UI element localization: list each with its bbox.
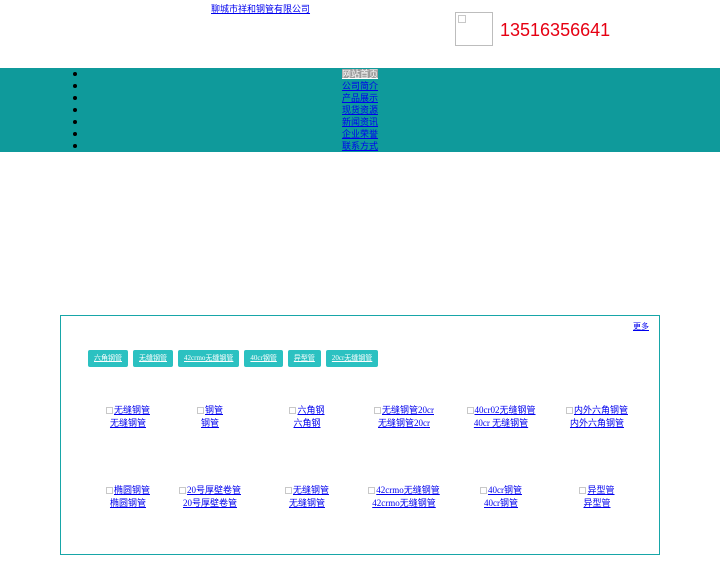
product-card[interactable]: 异型管 异型管 bbox=[542, 484, 652, 510]
tab-42crmo-pipe[interactable]: 42crmo无缝钢管 bbox=[178, 350, 240, 367]
product-caption[interactable]: 异型管 bbox=[542, 496, 652, 510]
broken-image-icon bbox=[579, 487, 587, 494]
nav-link-honors[interactable]: 企业荣誉 bbox=[342, 129, 378, 139]
phone-number: 13516356641 bbox=[500, 20, 611, 40]
nav-item-home: 网站首页 bbox=[0, 68, 720, 80]
broken-image-icon bbox=[289, 407, 297, 414]
category-tabs: 六角钢管 无缝钢管 42crmo无缝钢管 40cr钢管 异型管 20cr无缝钢管 bbox=[88, 350, 383, 367]
main-nav: 网站首页 公司简介 产品展示 现货资源 新闻资讯 企业荣誉 联系方式 bbox=[0, 68, 720, 152]
nav-link-contact[interactable]: 联系方式 bbox=[342, 141, 378, 151]
product-image-alt[interactable]: 无缝钢管20cr bbox=[349, 404, 459, 416]
bullet-icon bbox=[73, 144, 77, 148]
product-row: 无缝钢管 无缝钢管 钢管 钢管 六角钢 六角钢 无缝钢管20cr 无缝钢管20cr 40… bbox=[61, 404, 659, 484]
nav-item-stock: 现货资源 bbox=[0, 104, 720, 116]
product-caption[interactable]: 20号厚壁卷管 bbox=[155, 496, 265, 510]
more-link[interactable]: 更多 bbox=[633, 321, 649, 332]
tab-hex-pipe[interactable]: 六角钢管 bbox=[88, 350, 128, 367]
nav-link-products[interactable]: 产品展示 bbox=[342, 93, 378, 103]
nav-item-news: 新闻资讯 bbox=[0, 116, 720, 128]
tab-seamless-pipe[interactable]: 无缝钢管 bbox=[133, 350, 173, 367]
bullet-icon bbox=[73, 96, 77, 100]
product-caption[interactable]: 40cr 无缝钢管 bbox=[446, 416, 556, 430]
product-card[interactable]: 40cr钢管 40cr钢管 bbox=[446, 484, 556, 510]
nav-item-honors: 企业荣誉 bbox=[0, 128, 720, 140]
broken-image-icon bbox=[374, 407, 381, 414]
product-image-alt[interactable]: 钢管 bbox=[155, 404, 265, 416]
product-image-alt[interactable]: 内外六角钢管 bbox=[542, 404, 652, 416]
product-image-alt[interactable]: 42crmo无缝钢管 bbox=[349, 484, 459, 496]
nav-item-contact: 联系方式 bbox=[0, 140, 720, 152]
product-panel: 更多 六角钢管 无缝钢管 42crmo无缝钢管 40cr钢管 异型管 20cr无… bbox=[60, 315, 660, 555]
product-card[interactable]: 钢管 钢管 bbox=[155, 404, 265, 430]
bullet-icon bbox=[73, 108, 77, 112]
nav-link-home[interactable]: 网站首页 bbox=[341, 69, 378, 79]
broken-image-icon bbox=[565, 407, 573, 414]
bullet-icon bbox=[73, 72, 77, 76]
product-card[interactable]: 40cr02无缝钢管 40cr 无缝钢管 bbox=[446, 404, 556, 430]
broken-image-icon bbox=[368, 487, 376, 494]
product-card[interactable]: 内外六角钢管 内外六角钢管 bbox=[542, 404, 652, 430]
product-card[interactable]: 无缝钢管20cr 无缝钢管20cr bbox=[349, 404, 459, 430]
product-row: 椭圆钢管 椭圆钢管 20号厚壁卷管 20号厚壁卷管 无缝钢管 无缝钢管 42crmo无… bbox=[61, 484, 659, 564]
broken-image-icon bbox=[455, 12, 493, 46]
tab-special-pipe[interactable]: 异型管 bbox=[287, 350, 321, 367]
broken-image-icon bbox=[196, 407, 204, 414]
product-image-alt[interactable]: 40cr钢管 bbox=[446, 484, 556, 496]
nav-item-products: 产品展示 bbox=[0, 92, 720, 104]
tab-40cr-pipe[interactable]: 40cr钢管 bbox=[244, 350, 283, 367]
product-card[interactable]: 20号厚壁卷管 20号厚壁卷管 bbox=[155, 484, 265, 510]
product-image-alt[interactable]: 20号厚壁卷管 bbox=[155, 484, 265, 496]
bullet-icon bbox=[73, 132, 77, 136]
product-card[interactable]: 42crmo无缝钢管 42crmo无缝钢管 bbox=[349, 484, 459, 510]
nav-link-news[interactable]: 新闻资讯 bbox=[342, 117, 378, 127]
product-caption[interactable]: 无缝钢管20cr bbox=[349, 416, 459, 430]
site-name-link[interactable]: 聊城市祥和钢管有限公司 bbox=[211, 2, 310, 15]
product-caption[interactable]: 无缝钢管 bbox=[252, 496, 362, 510]
product-caption[interactable]: 钢管 bbox=[155, 416, 265, 430]
product-caption[interactable]: 六角钢 bbox=[252, 416, 362, 430]
product-grid: 无缝钢管 无缝钢管 钢管 钢管 六角钢 六角钢 无缝钢管20cr 无缝钢管20cr 40… bbox=[61, 404, 659, 564]
broken-image-icon bbox=[480, 487, 487, 494]
nav-link-about[interactable]: 公司简介 bbox=[342, 81, 378, 91]
broken-image-icon bbox=[105, 407, 113, 414]
nav-item-about: 公司简介 bbox=[0, 80, 720, 92]
broken-image-icon bbox=[178, 487, 186, 494]
product-image-alt[interactable]: 六角钢 bbox=[252, 404, 362, 416]
bullet-icon bbox=[73, 120, 77, 124]
bullet-icon bbox=[73, 84, 77, 88]
nav-link-stock[interactable]: 现货资源 bbox=[342, 105, 378, 115]
product-card[interactable]: 无缝钢管 无缝钢管 bbox=[252, 484, 362, 510]
broken-image-icon bbox=[466, 407, 474, 414]
product-card[interactable]: 六角钢 六角钢 bbox=[252, 404, 362, 430]
tab-20cr-pipe[interactable]: 20cr无缝钢管 bbox=[325, 350, 379, 367]
nav-list: 网站首页 公司简介 产品展示 现货资源 新闻资讯 企业荣誉 联系方式 bbox=[0, 68, 720, 152]
product-image-alt[interactable]: 异型管 bbox=[542, 484, 652, 496]
product-caption[interactable]: 内外六角钢管 bbox=[542, 416, 652, 430]
broken-image-icon bbox=[284, 487, 292, 494]
product-caption[interactable]: 42crmo无缝钢管 bbox=[349, 496, 459, 510]
product-image-alt[interactable]: 40cr02无缝钢管 bbox=[446, 404, 556, 416]
product-caption[interactable]: 40cr钢管 bbox=[446, 496, 556, 510]
broken-image-icon bbox=[105, 487, 113, 494]
product-image-alt[interactable]: 无缝钢管 bbox=[252, 484, 362, 496]
